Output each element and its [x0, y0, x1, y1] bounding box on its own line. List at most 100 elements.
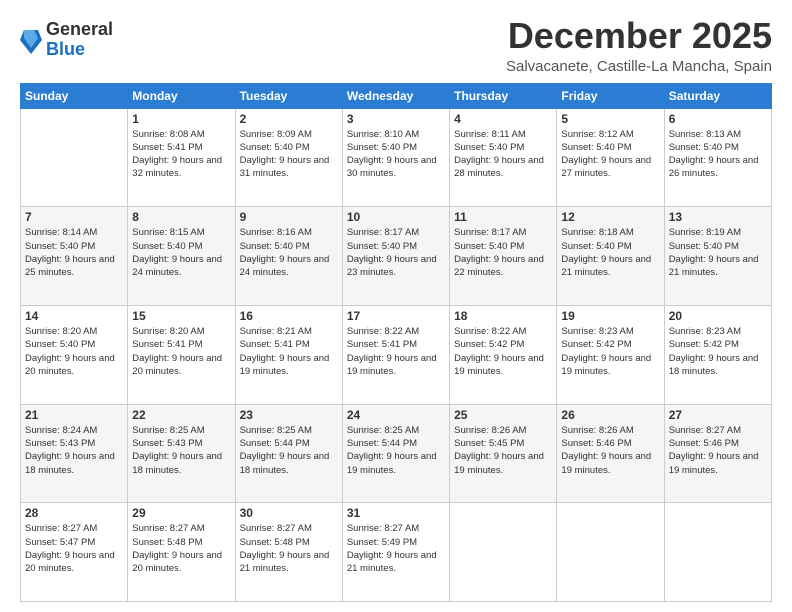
table-row: 25 Sunrise: 8:26 AMSunset: 5:45 PMDayligh…	[450, 404, 557, 503]
day-number: 5	[561, 112, 659, 126]
title-area: December 2025 Salvacanete, Castille-La M…	[506, 16, 772, 75]
table-row: 21 Sunrise: 8:24 AMSunset: 5:43 PMDayligh…	[21, 404, 128, 503]
day-number: 3	[347, 112, 445, 126]
logo-icon	[20, 26, 42, 54]
cell-details: Sunrise: 8:17 AMSunset: 5:40 PMDaylight:…	[454, 226, 552, 279]
day-number: 21	[25, 408, 123, 422]
day-number: 7	[25, 210, 123, 224]
table-row: 22 Sunrise: 8:25 AMSunset: 5:43 PMDayligh…	[128, 404, 235, 503]
location-title: Salvacanete, Castille-La Mancha, Spain	[506, 58, 772, 75]
cell-details: Sunrise: 8:14 AMSunset: 5:40 PMDaylight:…	[25, 226, 123, 279]
day-number: 15	[132, 309, 230, 323]
table-row	[557, 503, 664, 602]
cell-details: Sunrise: 8:15 AMSunset: 5:40 PMDaylight:…	[132, 226, 230, 279]
day-number: 28	[25, 506, 123, 520]
day-number: 18	[454, 309, 552, 323]
table-row: 8 Sunrise: 8:15 AMSunset: 5:40 PMDaylight…	[128, 207, 235, 306]
table-row: 15 Sunrise: 8:20 AMSunset: 5:41 PMDayligh…	[128, 305, 235, 404]
table-row: 27 Sunrise: 8:27 AMSunset: 5:46 PMDayligh…	[664, 404, 771, 503]
cell-details: Sunrise: 8:09 AMSunset: 5:40 PMDaylight:…	[240, 128, 338, 181]
table-row: 5 Sunrise: 8:12 AMSunset: 5:40 PMDaylight…	[557, 108, 664, 207]
cell-details: Sunrise: 8:26 AMSunset: 5:46 PMDaylight:…	[561, 424, 659, 477]
day-number: 13	[669, 210, 767, 224]
cell-details: Sunrise: 8:27 AMSunset: 5:49 PMDaylight:…	[347, 522, 445, 575]
cell-details: Sunrise: 8:25 AMSunset: 5:43 PMDaylight:…	[132, 424, 230, 477]
table-row	[664, 503, 771, 602]
cell-details: Sunrise: 8:20 AMSunset: 5:41 PMDaylight:…	[132, 325, 230, 378]
day-number: 16	[240, 309, 338, 323]
day-number: 20	[669, 309, 767, 323]
day-number: 22	[132, 408, 230, 422]
logo-general-text: General	[46, 20, 113, 40]
cell-details: Sunrise: 8:27 AMSunset: 5:46 PMDaylight:…	[669, 424, 767, 477]
logo-text: General Blue	[46, 20, 113, 60]
calendar-week-row: 21 Sunrise: 8:24 AMSunset: 5:43 PMDayligh…	[21, 404, 772, 503]
table-row: 17Sunrise: 8:22 AMSunset: 5:41 PMDayligh…	[342, 305, 449, 404]
day-number: 11	[454, 210, 552, 224]
table-row: 29 Sunrise: 8:27 AMSunset: 5:48 PMDayligh…	[128, 503, 235, 602]
table-row: 31 Sunrise: 8:27 AMSunset: 5:49 PMDayligh…	[342, 503, 449, 602]
day-number: 29	[132, 506, 230, 520]
calendar-week-row: 14 Sunrise: 8:20 AMSunset: 5:40 PMDayligh…	[21, 305, 772, 404]
cell-details: Sunrise: 8:25 AMSunset: 5:44 PMDaylight:…	[347, 424, 445, 477]
table-row: 26Sunrise: 8:26 AMSunset: 5:46 PMDayligh…	[557, 404, 664, 503]
table-row: 4Sunrise: 8:11 AMSunset: 5:40 PMDaylight…	[450, 108, 557, 207]
day-number: 27	[669, 408, 767, 422]
cell-details: Sunrise: 8:10 AMSunset: 5:40 PMDaylight:…	[347, 128, 445, 181]
table-row: 9 Sunrise: 8:16 AMSunset: 5:40 PMDaylight…	[235, 207, 342, 306]
table-row: 2 Sunrise: 8:09 AMSunset: 5:40 PMDaylight…	[235, 108, 342, 207]
col-wednesday: Wednesday	[342, 83, 449, 108]
cell-details: Sunrise: 8:20 AMSunset: 5:40 PMDaylight:…	[25, 325, 123, 378]
cell-details: Sunrise: 8:12 AMSunset: 5:40 PMDaylight:…	[561, 128, 659, 181]
logo-blue-text: Blue	[46, 40, 113, 60]
calendar-table: Sunday Monday Tuesday Wednesday Thursday…	[20, 83, 772, 602]
cell-details: Sunrise: 8:27 AMSunset: 5:48 PMDaylight:…	[132, 522, 230, 575]
cell-details: Sunrise: 8:22 AMSunset: 5:42 PMDaylight:…	[454, 325, 552, 378]
cell-details: Sunrise: 8:21 AMSunset: 5:41 PMDaylight:…	[240, 325, 338, 378]
day-number: 2	[240, 112, 338, 126]
table-row: 14 Sunrise: 8:20 AMSunset: 5:40 PMDayligh…	[21, 305, 128, 404]
table-row: 23Sunrise: 8:25 AMSunset: 5:44 PMDayligh…	[235, 404, 342, 503]
col-sunday: Sunday	[21, 83, 128, 108]
col-tuesday: Tuesday	[235, 83, 342, 108]
cell-details: Sunrise: 8:22 AMSunset: 5:41 PMDaylight:…	[347, 325, 445, 378]
cell-details: Sunrise: 8:27 AMSunset: 5:47 PMDaylight:…	[25, 522, 123, 575]
day-number: 19	[561, 309, 659, 323]
day-number: 14	[25, 309, 123, 323]
day-number: 10	[347, 210, 445, 224]
day-number: 8	[132, 210, 230, 224]
table-row: 16 Sunrise: 8:21 AMSunset: 5:41 PMDayligh…	[235, 305, 342, 404]
table-row: 24Sunrise: 8:25 AMSunset: 5:44 PMDayligh…	[342, 404, 449, 503]
cell-details: Sunrise: 8:23 AMSunset: 5:42 PMDaylight:…	[561, 325, 659, 378]
day-number: 23	[240, 408, 338, 422]
day-number: 12	[561, 210, 659, 224]
logo: General Blue	[20, 20, 113, 60]
cell-details: Sunrise: 8:26 AMSunset: 5:45 PMDaylight:…	[454, 424, 552, 477]
header: General Blue December 2025 Salvacanete, …	[20, 16, 772, 75]
calendar-week-row: 1Sunrise: 8:08 AMSunset: 5:41 PMDaylight…	[21, 108, 772, 207]
calendar-week-row: 7 Sunrise: 8:14 AMSunset: 5:40 PMDaylight…	[21, 207, 772, 306]
table-row: 30 Sunrise: 8:27 AMSunset: 5:48 PMDayligh…	[235, 503, 342, 602]
col-saturday: Saturday	[664, 83, 771, 108]
cell-details: Sunrise: 8:24 AMSunset: 5:43 PMDaylight:…	[25, 424, 123, 477]
cell-details: Sunrise: 8:08 AMSunset: 5:41 PMDaylight:…	[132, 128, 230, 181]
cell-details: Sunrise: 8:17 AMSunset: 5:40 PMDaylight:…	[347, 226, 445, 279]
table-row: 10 Sunrise: 8:17 AMSunset: 5:40 PMDayligh…	[342, 207, 449, 306]
table-row	[450, 503, 557, 602]
cell-details: Sunrise: 8:19 AMSunset: 5:40 PMDaylight:…	[669, 226, 767, 279]
table-row: 18 Sunrise: 8:22 AMSunset: 5:42 PMDayligh…	[450, 305, 557, 404]
table-row: 11 Sunrise: 8:17 AMSunset: 5:40 PMDayligh…	[450, 207, 557, 306]
cell-details: Sunrise: 8:18 AMSunset: 5:40 PMDaylight:…	[561, 226, 659, 279]
calendar-header-row: Sunday Monday Tuesday Wednesday Thursday…	[21, 83, 772, 108]
table-row: 12 Sunrise: 8:18 AMSunset: 5:40 PMDayligh…	[557, 207, 664, 306]
day-number: 25	[454, 408, 552, 422]
page: General Blue December 2025 Salvacanete, …	[0, 0, 792, 612]
col-thursday: Thursday	[450, 83, 557, 108]
day-number: 9	[240, 210, 338, 224]
cell-details: Sunrise: 8:16 AMSunset: 5:40 PMDaylight:…	[240, 226, 338, 279]
cell-details: Sunrise: 8:27 AMSunset: 5:48 PMDaylight:…	[240, 522, 338, 575]
day-number: 31	[347, 506, 445, 520]
day-number: 30	[240, 506, 338, 520]
table-row: 7 Sunrise: 8:14 AMSunset: 5:40 PMDaylight…	[21, 207, 128, 306]
table-row	[21, 108, 128, 207]
